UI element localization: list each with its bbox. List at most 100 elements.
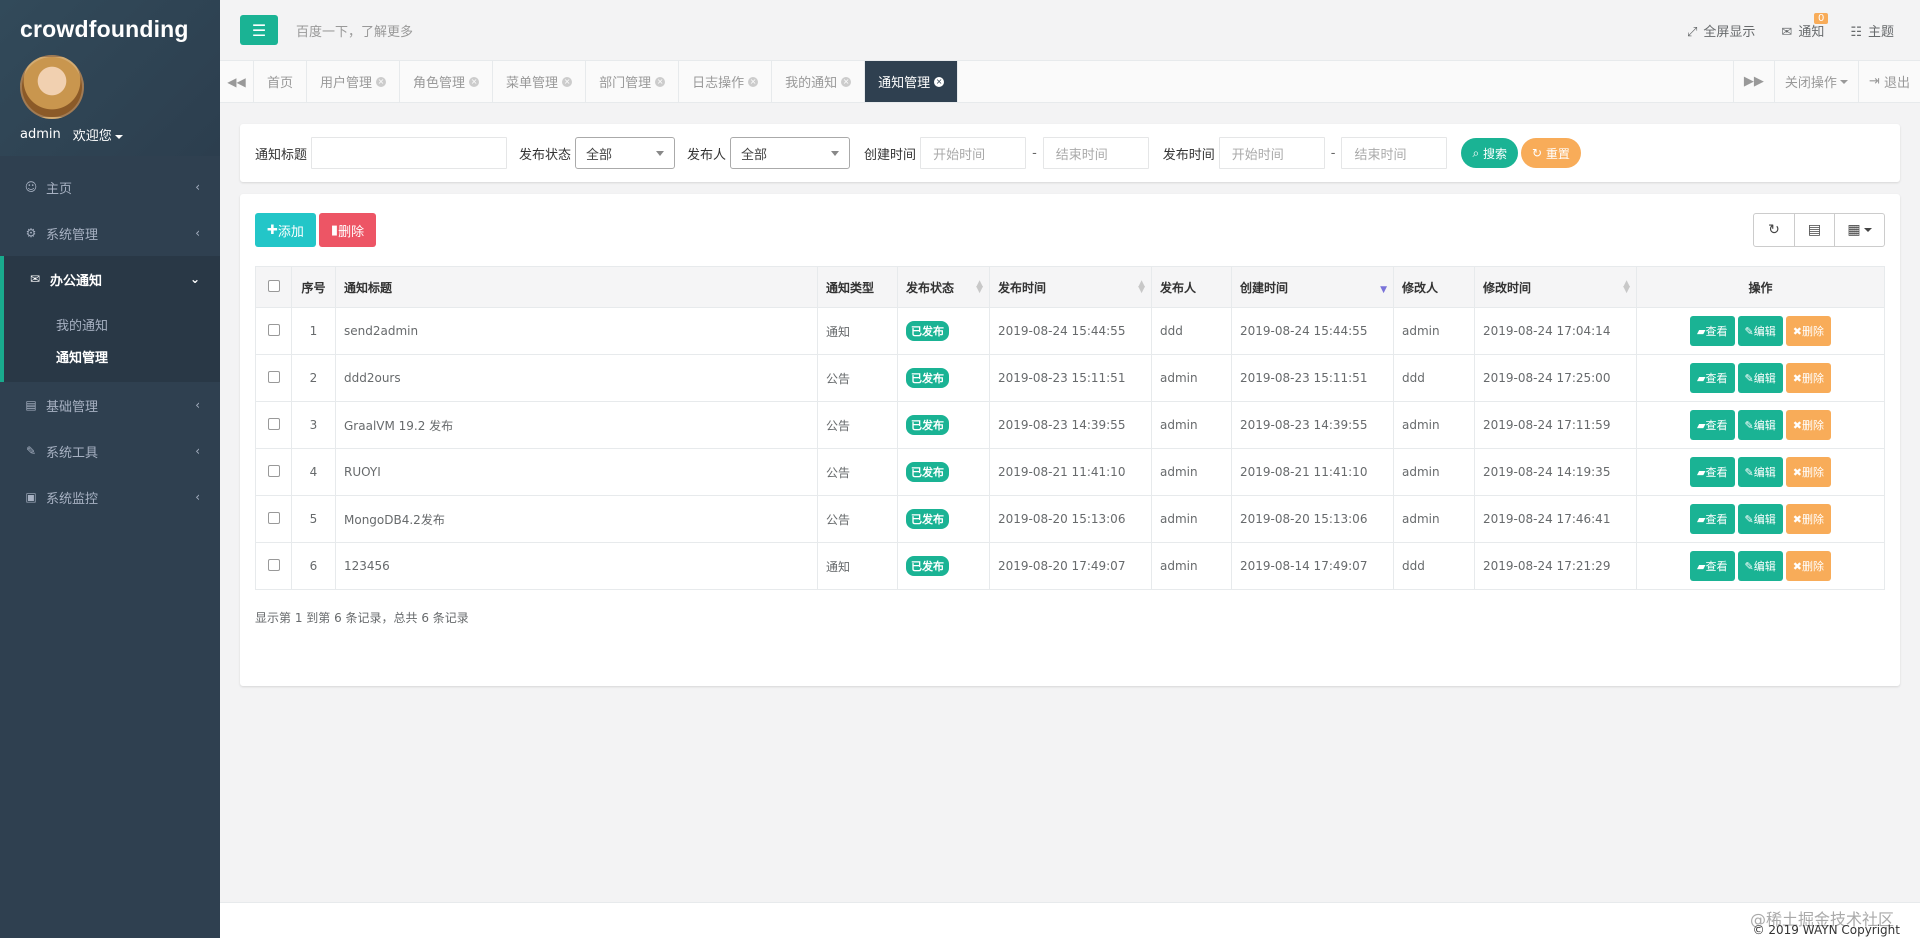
- edit-button[interactable]: ✎ 编辑: [1737, 410, 1783, 440]
- table-row[interactable]: 5 MongoDB4.2发布 公告 已发布 2019-08-20 15:13:06 adm…: [255, 495, 1885, 543]
- columns-button[interactable]: ▦: [1834, 214, 1884, 246]
- times-icon: ✖: [1792, 324, 1802, 338]
- close-ops-dropdown[interactable]: 关闭操作: [1773, 61, 1858, 102]
- edit-button[interactable]: ✎ 编辑: [1737, 316, 1783, 346]
- tab-scroll-left-button[interactable]: ◀◀: [220, 61, 254, 102]
- row-checkbox[interactable]: [255, 401, 292, 449]
- edit-button[interactable]: ✎ 编辑: [1737, 504, 1783, 534]
- close-icon[interactable]: ×: [934, 76, 945, 87]
- col-header-sortable[interactable]: 创建时间 ▼: [1231, 266, 1394, 308]
- row-checkbox[interactable]: [255, 307, 292, 355]
- view-button[interactable]: ▰ 查看: [1690, 504, 1735, 534]
- col-header-sortable[interactable]: 发布状态 ▲ ▼: [897, 266, 990, 308]
- sidebar-subitem-my-notice[interactable]: 我的通知: [4, 308, 220, 340]
- edit-button[interactable]: ✎ 编辑: [1737, 551, 1783, 581]
- col-header-sortable[interactable]: 修改时间 ▲ ▼: [1474, 266, 1637, 308]
- sidebar-item-system[interactable]: ⚙ 系统管理 ‹: [0, 210, 220, 256]
- tab-user[interactable]: 用户管理 ×: [307, 61, 401, 102]
- row-checkbox[interactable]: [255, 448, 292, 496]
- table-row[interactable]: 1 send2admin 通知 已发布 2019-08-24 15:44:55 ddd 20…: [255, 307, 1885, 355]
- remove-button[interactable]: ✖ 删除: [1785, 363, 1831, 393]
- fullscreen-button[interactable]: ⤢ 全屏显示: [1687, 21, 1755, 40]
- col-header-sortable[interactable]: 发布时间 ▲ ▼: [989, 266, 1152, 308]
- tab-dept[interactable]: 部门管理 ×: [586, 61, 680, 102]
- header-search[interactable]: 百度一下，了解更多: [296, 21, 413, 40]
- notify-button[interactable]: ✉ 通知 0: [1781, 13, 1829, 40]
- menu-toggle-button[interactable]: ☰: [240, 15, 278, 45]
- row-checkbox[interactable]: [255, 354, 292, 402]
- cell-publisher: admin: [1151, 542, 1232, 590]
- table-row[interactable]: 6 123456 通知 已发布 2019-08-20 17:49:07 admin 2019…: [255, 542, 1885, 590]
- col-header[interactable]: 发布人: [1151, 266, 1232, 308]
- remove-button[interactable]: ✖ 删除: [1785, 457, 1831, 487]
- sidebar-item-monitor[interactable]: ▣ 系统监控 ‹: [0, 474, 220, 520]
- checkbox[interactable]: [267, 370, 280, 383]
- add-button[interactable]: ✚ 添加: [255, 213, 316, 247]
- sidebar-item-basic[interactable]: ▤ 基础管理 ‹: [0, 382, 220, 428]
- col-header[interactable]: 通知类型: [817, 266, 898, 308]
- view-button[interactable]: ▰ 查看: [1690, 410, 1735, 440]
- search-button[interactable]: ⌕ 搜索: [1461, 138, 1519, 168]
- create-end-input[interactable]: 结束时间: [1042, 137, 1149, 169]
- checkbox[interactable]: [267, 417, 280, 430]
- sidebar-subitem-notice-manage[interactable]: 通知管理: [4, 340, 220, 372]
- user-menu[interactable]: admin 欢迎您: [20, 125, 200, 144]
- reset-button[interactable]: ↻ 重置: [1521, 138, 1581, 168]
- select-all-checkbox[interactable]: [255, 266, 292, 308]
- edit-button[interactable]: ✎ 编辑: [1737, 457, 1783, 487]
- avatar[interactable]: [20, 55, 84, 119]
- delete-button[interactable]: ▮ 删除: [318, 213, 377, 247]
- close-icon[interactable]: ×: [748, 76, 759, 87]
- row-checkbox[interactable]: [255, 542, 292, 590]
- remove-button[interactable]: ✖ 删除: [1785, 504, 1831, 534]
- checkbox[interactable]: [267, 279, 280, 292]
- tab-notice-manage[interactable]: 通知管理 ×: [865, 61, 959, 102]
- tab-scroll-right-button[interactable]: ▶▶: [1732, 61, 1774, 102]
- tab-menu[interactable]: 菜单管理 ×: [493, 61, 587, 102]
- col-header[interactable]: 序号: [291, 266, 336, 308]
- table-header-row: 序号 通知标题 通知类型 发布状态 ▲ ▼ 发布时间 ▲ ▼ 发布人 创建时间 ▼ 修改人…: [255, 266, 1885, 308]
- create-start-input[interactable]: 开始时间: [920, 137, 1027, 169]
- welcome-dropdown[interactable]: 欢迎您: [73, 125, 123, 144]
- publish-end-input[interactable]: 结束时间: [1341, 137, 1448, 169]
- tab-log[interactable]: 日志操作 ×: [679, 61, 773, 102]
- close-icon[interactable]: ×: [841, 76, 852, 87]
- view-button[interactable]: ▰ 查看: [1690, 551, 1735, 581]
- title-input[interactable]: [311, 137, 508, 169]
- table-row[interactable]: 2 ddd2ours 公告 已发布 2019-08-23 15:11:51 admin 20…: [255, 354, 1885, 402]
- remove-button[interactable]: ✖ 删除: [1785, 316, 1831, 346]
- close-icon[interactable]: ×: [562, 76, 573, 87]
- sidebar-item-home[interactable]: ☺ 主页 ‹: [0, 164, 220, 210]
- tab-home[interactable]: 首页: [254, 61, 308, 102]
- close-icon[interactable]: ×: [655, 76, 666, 87]
- checkbox[interactable]: [267, 464, 280, 477]
- view-button[interactable]: ▰ 查看: [1690, 363, 1735, 393]
- tab-my-notice[interactable]: 我的通知 ×: [772, 61, 866, 102]
- toggle-view-button[interactable]: ▤: [1794, 214, 1834, 246]
- col-header[interactable]: 通知标题: [335, 266, 818, 308]
- row-checkbox[interactable]: [255, 495, 292, 543]
- sidebar-item-tools[interactable]: ✎ 系统工具 ‹: [0, 428, 220, 474]
- edit-button[interactable]: ✎ 编辑: [1737, 363, 1783, 393]
- sidebar-item-office[interactable]: ✉ 办公通知 ⌄: [0, 256, 220, 302]
- close-icon[interactable]: ×: [376, 76, 387, 87]
- checkbox[interactable]: [267, 323, 280, 336]
- publisher-select[interactable]: 全部: [730, 137, 851, 169]
- publish-start-input[interactable]: 开始时间: [1218, 137, 1325, 169]
- checkbox[interactable]: [267, 558, 280, 571]
- close-icon[interactable]: ×: [469, 76, 480, 87]
- refresh-button[interactable]: ↻: [1754, 214, 1794, 246]
- table-row[interactable]: 4 RUOYI 公告 已发布 2019-08-21 11:41:10 admin 2019-…: [255, 448, 1885, 496]
- remove-button[interactable]: ✖ 删除: [1785, 551, 1831, 581]
- table-row[interactable]: 3 GraalVM 19.2 发布 公告 已发布 2019-08-23 14:39:55…: [255, 401, 1885, 449]
- status-select[interactable]: 全部: [575, 137, 676, 169]
- col-header[interactable]: 修改人: [1393, 266, 1475, 308]
- view-button[interactable]: ▰ 查看: [1690, 316, 1735, 346]
- view-button[interactable]: ▰ 查看: [1690, 457, 1735, 487]
- theme-button[interactable]: ☷ 主题: [1850, 21, 1894, 40]
- checkbox[interactable]: [267, 511, 280, 524]
- logout-button[interactable]: ⇥ 退出: [1857, 61, 1920, 102]
- cell-ops: ▰ 查看 ✎ 编辑 ✖ 删除: [1636, 448, 1885, 496]
- remove-button[interactable]: ✖ 删除: [1785, 410, 1831, 440]
- tab-role[interactable]: 角色管理 ×: [400, 61, 494, 102]
